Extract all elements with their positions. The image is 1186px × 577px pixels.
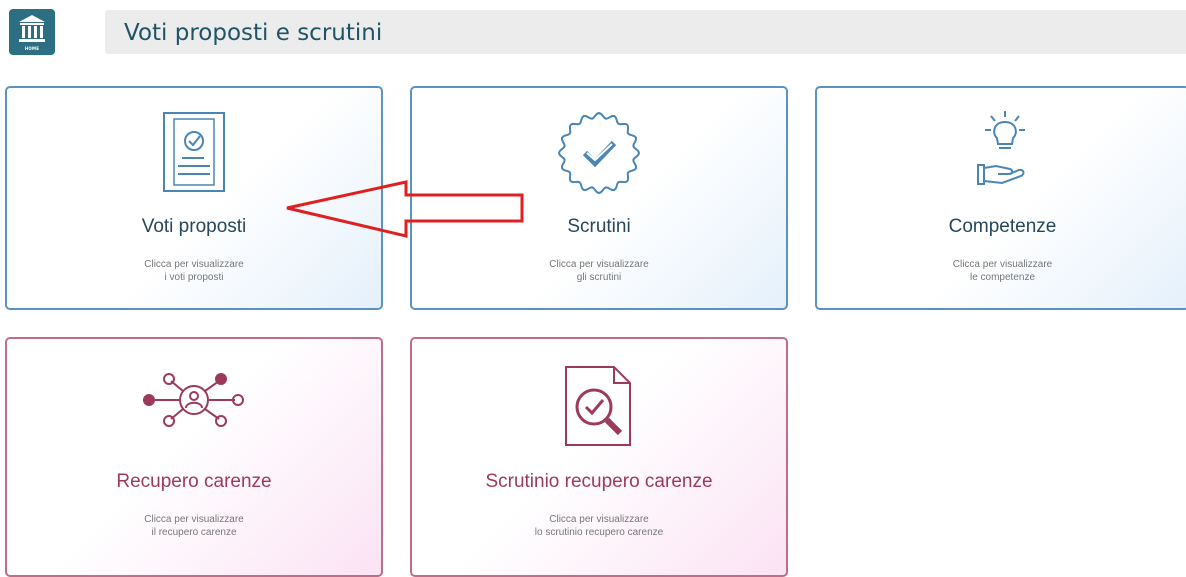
card-subtitle: Clicca per visualizzare i voti proposti <box>144 259 244 283</box>
home-label: HOME <box>24 46 40 51</box>
card-title: Voti proposti <box>141 216 247 237</box>
home-button[interactable]: HOME <box>9 9 55 55</box>
card-subtitle: Clicca per visualizzare lo scrutinio rec… <box>534 514 664 538</box>
network-person-icon <box>143 373 244 427</box>
card-competenze[interactable]: Competenze Clicca per visualizzare le co… <box>815 86 1186 310</box>
card-subtitle: Clicca per visualizzare gli scrutini <box>549 259 649 283</box>
card-subtitle: Clicca per visualizzare il recupero care… <box>144 514 244 538</box>
card-scrutini[interactable]: Scrutini Clicca per visualizzare gli scr… <box>410 86 788 310</box>
document-check-icon <box>163 112 225 192</box>
card-recupero-carenze[interactable]: Recupero carenze Clicca per visualizzare… <box>5 337 383 577</box>
card-subtitle: Clicca per visualizzare le competenze <box>952 259 1053 283</box>
page-title: Voti proposti e scrutini <box>124 20 383 46</box>
card-voti-proposti[interactable]: Voti proposti Clicca per visualizzare i … <box>5 86 383 310</box>
hand-lightbulb-icon <box>976 111 1025 185</box>
document-search-icon <box>565 366 631 446</box>
badge-check-icon <box>557 111 641 195</box>
card-title: Scrutini <box>567 216 631 237</box>
card-title: Competenze <box>948 216 1057 237</box>
card-scrutinio-recupero-carenze[interactable]: Scrutinio recupero carenze Clicca per vi… <box>410 337 788 577</box>
card-title: Scrutinio recupero carenze <box>485 471 713 492</box>
page-title-bar: Voti proposti e scrutini <box>105 10 1186 54</box>
card-title: Recupero carenze <box>116 471 272 492</box>
